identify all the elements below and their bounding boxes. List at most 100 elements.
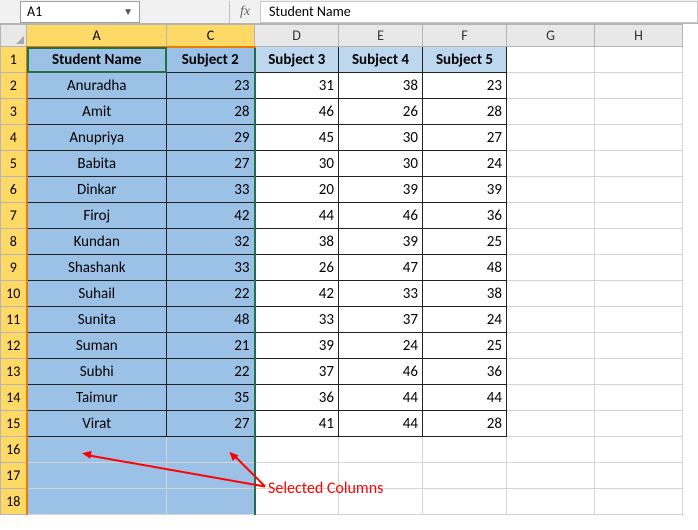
- cell[interactable]: 24: [339, 333, 423, 359]
- cell[interactable]: [507, 125, 595, 151]
- cell[interactable]: 37: [339, 307, 423, 333]
- cell[interactable]: 39: [423, 177, 507, 203]
- cell[interactable]: 37: [255, 359, 339, 385]
- chevron-down-icon[interactable]: ▼: [123, 5, 133, 18]
- row-header[interactable]: 13: [1, 359, 27, 385]
- cell[interactable]: 46: [339, 359, 423, 385]
- cell[interactable]: 26: [255, 255, 339, 281]
- cell[interactable]: [595, 73, 683, 99]
- cell[interactable]: [27, 489, 167, 515]
- cell[interactable]: [507, 177, 595, 203]
- cell[interactable]: [595, 47, 683, 73]
- column-header-C[interactable]: C: [167, 25, 255, 47]
- cell[interactable]: 28: [167, 99, 255, 125]
- cell[interactable]: 33: [255, 307, 339, 333]
- cell[interactable]: [167, 437, 255, 463]
- cell[interactable]: [255, 463, 339, 489]
- cell[interactable]: [507, 203, 595, 229]
- cell[interactable]: Subhi: [27, 359, 167, 385]
- cell[interactable]: 41: [255, 411, 339, 437]
- cell[interactable]: 24: [423, 307, 507, 333]
- cell[interactable]: [507, 333, 595, 359]
- cell[interactable]: [507, 99, 595, 125]
- cell[interactable]: Amit: [27, 99, 167, 125]
- row-header[interactable]: 8: [1, 229, 27, 255]
- cell[interactable]: Suman: [27, 333, 167, 359]
- cell[interactable]: 42: [167, 203, 255, 229]
- cell[interactable]: [595, 385, 683, 411]
- cell[interactable]: 29: [167, 125, 255, 151]
- cell[interactable]: 38: [423, 281, 507, 307]
- cell[interactable]: 22: [167, 281, 255, 307]
- cell[interactable]: 27: [167, 151, 255, 177]
- cell[interactable]: 36: [255, 385, 339, 411]
- name-box[interactable]: A1 ▼: [20, 1, 140, 23]
- cell[interactable]: [595, 437, 683, 463]
- cell[interactable]: [507, 437, 595, 463]
- cell[interactable]: [595, 359, 683, 385]
- cell[interactable]: 22: [167, 359, 255, 385]
- cell[interactable]: [423, 437, 507, 463]
- cell[interactable]: 48: [167, 307, 255, 333]
- cell[interactable]: Anuradha: [27, 73, 167, 99]
- cell[interactable]: 33: [167, 177, 255, 203]
- cell[interactable]: [595, 281, 683, 307]
- cell[interactable]: [339, 437, 423, 463]
- row-header[interactable]: 18: [1, 489, 27, 515]
- column-header-E[interactable]: E: [339, 25, 423, 47]
- cell[interactable]: [423, 463, 507, 489]
- row-header[interactable]: 17: [1, 463, 27, 489]
- cell[interactable]: 38: [255, 229, 339, 255]
- cell[interactable]: 23: [423, 73, 507, 99]
- cell[interactable]: [339, 463, 423, 489]
- column-header-D[interactable]: D: [255, 25, 339, 47]
- cell[interactable]: 46: [255, 99, 339, 125]
- cell[interactable]: 44: [423, 385, 507, 411]
- cell[interactable]: [595, 125, 683, 151]
- column-header-G[interactable]: G: [507, 25, 595, 47]
- row-header[interactable]: 6: [1, 177, 27, 203]
- cell[interactable]: 36: [423, 359, 507, 385]
- row-header[interactable]: 1: [1, 47, 27, 73]
- cell[interactable]: 35: [167, 385, 255, 411]
- cell[interactable]: Dinkar: [27, 177, 167, 203]
- cell[interactable]: Taimur: [27, 385, 167, 411]
- cell[interactable]: Kundan: [27, 229, 167, 255]
- cell[interactable]: 39: [255, 333, 339, 359]
- select-all-corner[interactable]: [1, 25, 27, 47]
- cell[interactable]: [507, 47, 595, 73]
- cell[interactable]: 44: [255, 203, 339, 229]
- cell[interactable]: 36: [423, 203, 507, 229]
- cell[interactable]: 44: [339, 385, 423, 411]
- cell[interactable]: 25: [423, 229, 507, 255]
- row-header[interactable]: 2: [1, 73, 27, 99]
- cell[interactable]: 38: [339, 73, 423, 99]
- cell[interactable]: 42: [255, 281, 339, 307]
- row-header[interactable]: 16: [1, 437, 27, 463]
- cell[interactable]: Subject 5: [423, 47, 507, 73]
- cell[interactable]: 28: [423, 411, 507, 437]
- cell[interactable]: [507, 229, 595, 255]
- cell[interactable]: 26: [339, 99, 423, 125]
- cell[interactable]: [595, 255, 683, 281]
- cell[interactable]: 45: [255, 125, 339, 151]
- cell[interactable]: Subject 3: [255, 47, 339, 73]
- cell[interactable]: 44: [339, 411, 423, 437]
- cell[interactable]: 25: [423, 333, 507, 359]
- cell[interactable]: Firoj: [27, 203, 167, 229]
- fx-icon[interactable]: fx: [230, 4, 260, 20]
- row-header[interactable]: 11: [1, 307, 27, 333]
- cell[interactable]: Subject 2: [167, 47, 255, 73]
- cell[interactable]: 27: [423, 125, 507, 151]
- cell[interactable]: 48: [423, 255, 507, 281]
- column-header-A[interactable]: A: [27, 25, 167, 47]
- cell[interactable]: [507, 255, 595, 281]
- cell[interactable]: [507, 359, 595, 385]
- column-header-F[interactable]: F: [423, 25, 507, 47]
- cell[interactable]: Suhail: [27, 281, 167, 307]
- cell[interactable]: [507, 73, 595, 99]
- cell[interactable]: 47: [339, 255, 423, 281]
- cell[interactable]: Sunita: [27, 307, 167, 333]
- cell[interactable]: [507, 281, 595, 307]
- cell[interactable]: Babita: [27, 151, 167, 177]
